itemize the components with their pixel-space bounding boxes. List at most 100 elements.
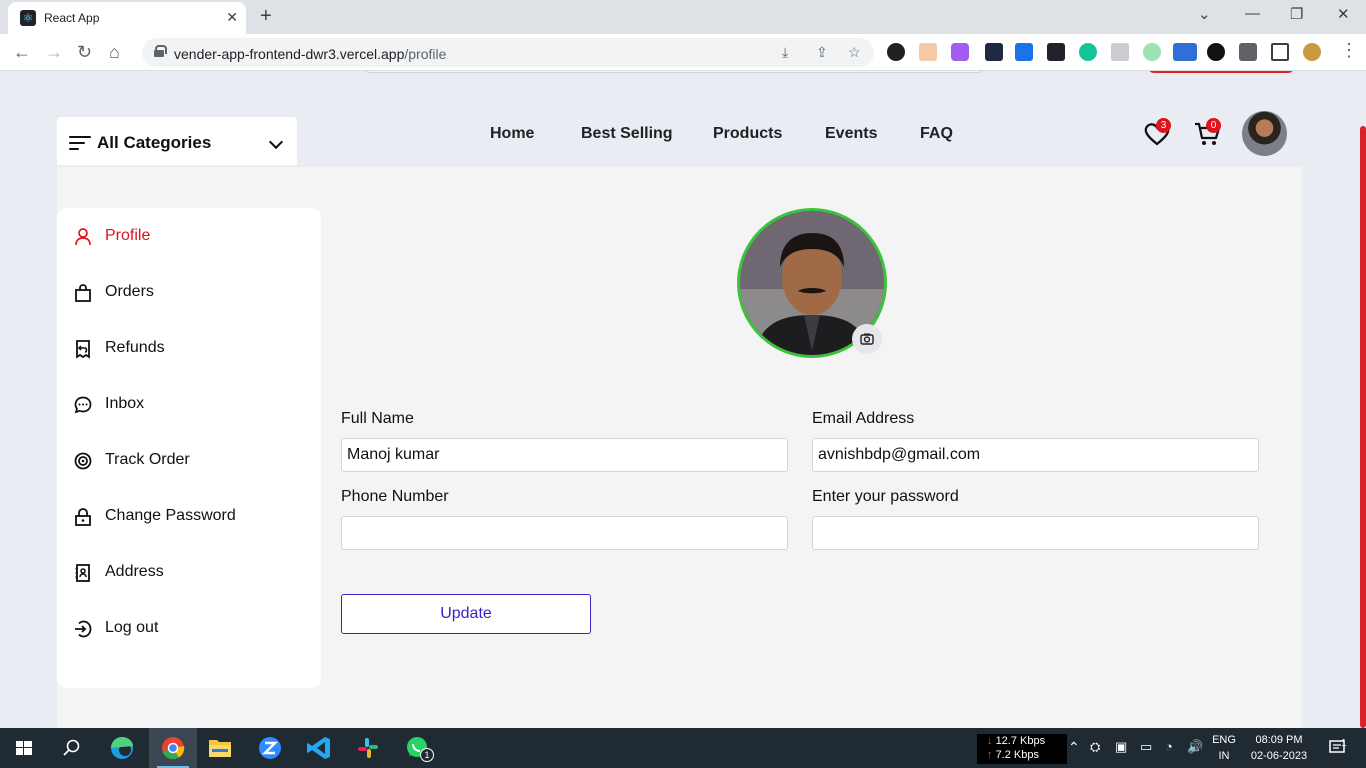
taskbar-file-explorer[interactable] bbox=[196, 728, 244, 768]
extension-8-icon[interactable] bbox=[1111, 43, 1129, 61]
header-avatar[interactable] bbox=[1242, 111, 1287, 156]
nav-products[interactable]: Products bbox=[713, 125, 782, 143]
down-arrow-icon: ↓ bbox=[987, 735, 993, 747]
sidebar-item-orders[interactable]: Orders bbox=[73, 281, 303, 305]
extension-heart-icon[interactable] bbox=[1207, 43, 1225, 61]
chrome-profile-avatar[interactable] bbox=[1303, 43, 1321, 61]
tab-search-chevron-icon[interactable]: ⌄ bbox=[1198, 5, 1211, 23]
bookmark-star-icon[interactable]: ☆ bbox=[848, 44, 861, 61]
chrome-icon bbox=[162, 737, 185, 760]
email-label: Email Address bbox=[812, 410, 915, 427]
lang-code: ENG bbox=[1212, 734, 1236, 746]
sidebar-item-label: Profile bbox=[105, 227, 151, 244]
volume-icon[interactable]: 🔊 bbox=[1187, 739, 1203, 755]
chat-bubble-icon bbox=[74, 396, 92, 414]
taskbar-chrome[interactable] bbox=[149, 728, 197, 768]
categories-dropdown[interactable]: All Categories bbox=[57, 117, 297, 165]
taskbar-whatsapp[interactable]: 1 bbox=[393, 728, 441, 768]
nav-events[interactable]: Events bbox=[825, 125, 877, 143]
search-button[interactable] bbox=[48, 728, 96, 768]
language-indicator[interactable]: ENG IN bbox=[1208, 732, 1240, 764]
wishlist-button[interactable]: 3 bbox=[1143, 118, 1171, 148]
tray-chevron-up-icon[interactable]: ⌃ bbox=[1068, 739, 1080, 755]
extension-4-icon[interactable] bbox=[985, 43, 1003, 61]
sidebar-item-label: Log out bbox=[105, 619, 159, 636]
sidebar-item-logout[interactable]: Log out bbox=[73, 617, 303, 641]
react-devtools-icon[interactable] bbox=[1047, 43, 1065, 61]
restore-icon[interactable]: ❐ bbox=[1290, 5, 1303, 23]
url-text[interactable]: vender-app-frontend-dwr3.vercel.app/prof… bbox=[174, 46, 446, 62]
notification-center-button[interactable]: 1 bbox=[1318, 728, 1358, 768]
nav-home[interactable]: Home bbox=[490, 125, 534, 143]
new-tab-icon[interactable]: + bbox=[260, 5, 272, 28]
forward-icon[interactable]: → bbox=[45, 42, 63, 63]
lock-icon[interactable] bbox=[154, 45, 167, 57]
browser-tab-strip: ⚛ React App ✕ + ⌄ — ❐ ✕ bbox=[0, 0, 1366, 34]
download-extension-icon[interactable] bbox=[1015, 43, 1033, 61]
home-icon[interactable]: ⌂ bbox=[109, 42, 120, 63]
page-scrollbar-thumb[interactable] bbox=[1360, 126, 1366, 728]
clock[interactable]: 08:09 PM 02-06-2023 bbox=[1246, 732, 1312, 764]
wifi-icon[interactable]: ◔ bbox=[1165, 739, 1173, 755]
camera-icon bbox=[860, 333, 874, 345]
receipt-refund-icon bbox=[76, 340, 90, 359]
extension-1-icon[interactable] bbox=[887, 43, 905, 61]
back-icon[interactable]: ← bbox=[13, 42, 31, 63]
battery-icon[interactable]: ▭ bbox=[1140, 739, 1152, 755]
sidebar-item-change-password[interactable]: Change Password bbox=[73, 505, 303, 529]
password-input[interactable] bbox=[812, 516, 1259, 550]
cart-button[interactable]: 0 bbox=[1193, 118, 1223, 148]
grammarly-icon[interactable] bbox=[1079, 43, 1097, 61]
taskbar-slack[interactable] bbox=[344, 728, 392, 768]
nav-faq[interactable]: FAQ bbox=[920, 125, 953, 143]
sidebar-item-track-order[interactable]: Track Order bbox=[73, 449, 303, 473]
update-button[interactable]: Update bbox=[341, 594, 591, 634]
sidebar-item-label: Address bbox=[105, 563, 164, 580]
change-photo-button[interactable] bbox=[852, 324, 882, 354]
tray-meet-icon[interactable]: ▣ bbox=[1115, 739, 1127, 755]
tab-title: React App bbox=[44, 11, 100, 25]
address-bar[interactable]: vender-app-frontend-dwr3.vercel.app/prof… bbox=[142, 38, 874, 67]
sidebar-item-label: Track Order bbox=[105, 451, 190, 468]
seller-button-partial[interactable] bbox=[1148, 71, 1294, 73]
browser-tab[interactable]: ⚛ React App ✕ bbox=[8, 2, 246, 34]
sidebar-item-inbox[interactable]: Inbox bbox=[73, 393, 303, 417]
wishlist-count-badge: 3 bbox=[1156, 118, 1171, 133]
extension-3-icon[interactable] bbox=[951, 43, 969, 61]
nav-best-selling[interactable]: Best Selling bbox=[581, 125, 673, 143]
clock-date: 02-06-2023 bbox=[1250, 750, 1308, 762]
shopping-bag-icon bbox=[75, 284, 91, 302]
chevron-down-icon bbox=[268, 134, 284, 150]
copy-extension-icon[interactable] bbox=[1173, 43, 1197, 61]
taskbar-edge[interactable] bbox=[98, 728, 146, 768]
chrome-menu-icon[interactable]: ⋮ bbox=[1340, 40, 1358, 61]
minimize-icon[interactable]: — bbox=[1245, 5, 1260, 22]
sidebar-item-label: Inbox bbox=[105, 395, 145, 412]
start-button[interactable] bbox=[0, 728, 48, 768]
edge-icon bbox=[111, 737, 133, 759]
search-bar-partial[interactable] bbox=[364, 71, 984, 73]
sidebar-item-address[interactable]: Address bbox=[73, 561, 303, 585]
share-icon[interactable]: ⇪ bbox=[816, 44, 828, 61]
full-name-label: Full Name bbox=[341, 410, 414, 427]
categories-label: All Categories bbox=[97, 133, 212, 152]
tray-app-icon[interactable]: ⛭ bbox=[1090, 739, 1100, 755]
extension-9-icon[interactable] bbox=[1143, 43, 1161, 61]
network-speed-meter: ↓ 12.7 Kbps ↑ 7.2 Kbps bbox=[977, 734, 1067, 764]
extensions-puzzle-icon[interactable] bbox=[1239, 43, 1257, 61]
email-input[interactable] bbox=[812, 438, 1259, 472]
taskbar-vscode[interactable] bbox=[295, 728, 343, 768]
sidebar-item-label: Refunds bbox=[105, 339, 165, 356]
notification-count: 1 bbox=[1341, 738, 1347, 749]
close-tab-icon[interactable]: ✕ bbox=[226, 9, 238, 26]
side-panel-icon[interactable] bbox=[1271, 43, 1289, 61]
reload-icon[interactable]: ↻ bbox=[77, 42, 92, 63]
sidebar-item-profile[interactable]: Profile bbox=[73, 225, 303, 249]
extension-2-icon[interactable] bbox=[919, 43, 937, 61]
phone-input[interactable] bbox=[341, 516, 788, 550]
full-name-input[interactable] bbox=[341, 438, 788, 472]
taskbar-zoom[interactable] bbox=[246, 728, 294, 768]
install-app-icon[interactable]: ⤓ bbox=[782, 44, 788, 61]
sidebar-item-refunds[interactable]: Refunds bbox=[73, 337, 303, 361]
close-window-icon[interactable]: ✕ bbox=[1337, 5, 1350, 23]
